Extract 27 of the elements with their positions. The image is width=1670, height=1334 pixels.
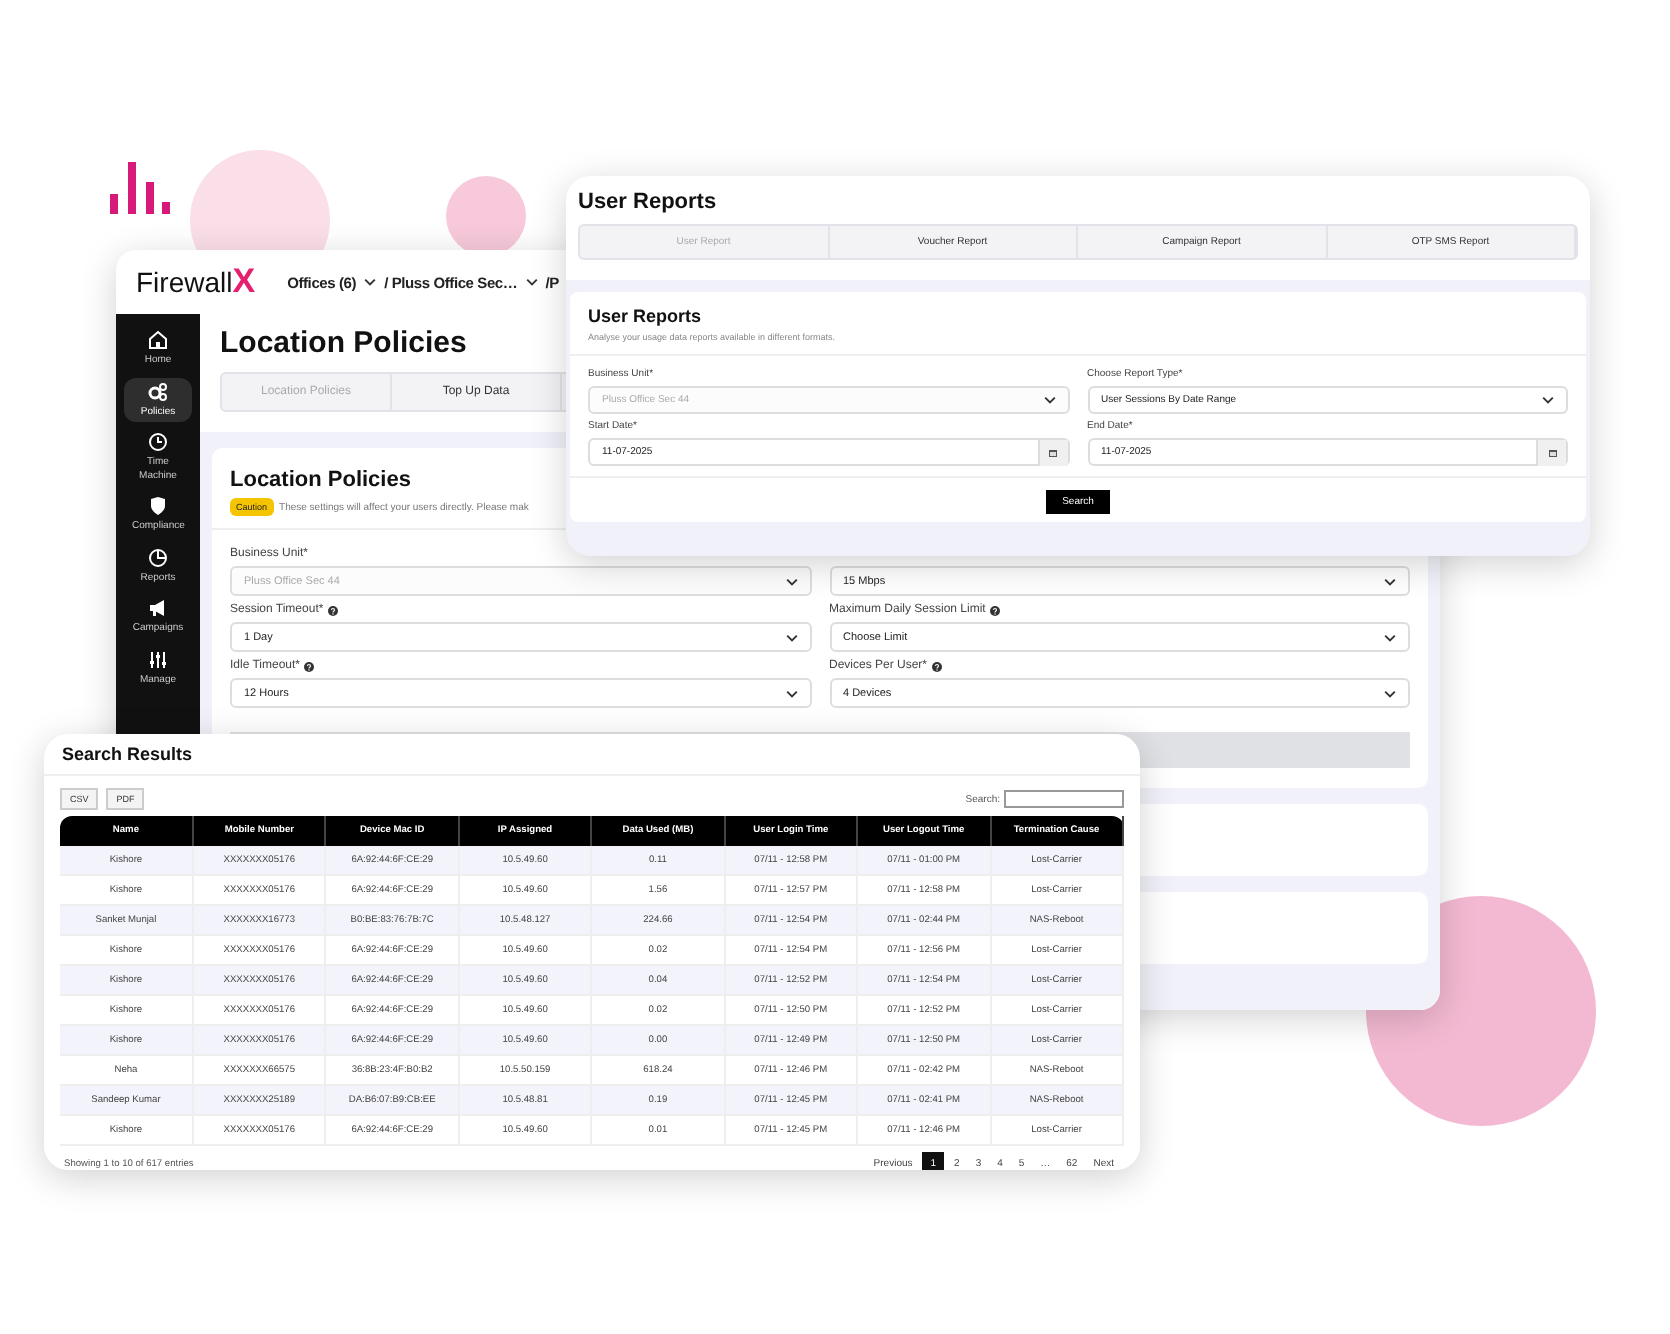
bar-chart-icon [110,162,170,214]
pie-chart-icon [148,547,168,567]
megaphone-icon [148,598,168,618]
page-title: User Reports [578,190,717,214]
shield-icon [148,496,168,516]
clock-icon [148,432,168,452]
chevron-down-icon [1043,396,1055,404]
card-title: User Reports [588,306,704,326]
gears-icon [148,381,168,401]
home-icon [148,330,168,350]
chevron-down-icon [1542,396,1554,404]
search-field[interactable] [1004,790,1124,808]
card-title: Location Policies [230,468,413,492]
chevron-down-icon [785,689,797,697]
chevron-down-icon [785,633,797,641]
calendar-icon [1547,447,1557,457]
decor-circle [446,176,526,256]
chevron-down-icon [1384,689,1396,697]
sliders-icon [148,649,168,669]
page-title: Location Policies [220,326,467,360]
logo-mark: X [232,262,256,302]
window-title: Search Results [44,734,1140,776]
calendar-icon [1048,447,1058,457]
chevron-down-icon [1384,633,1396,641]
chevron-down-icon [1384,577,1396,585]
chevron-down-icon [785,577,797,585]
logo-text: Firewall [136,266,233,298]
